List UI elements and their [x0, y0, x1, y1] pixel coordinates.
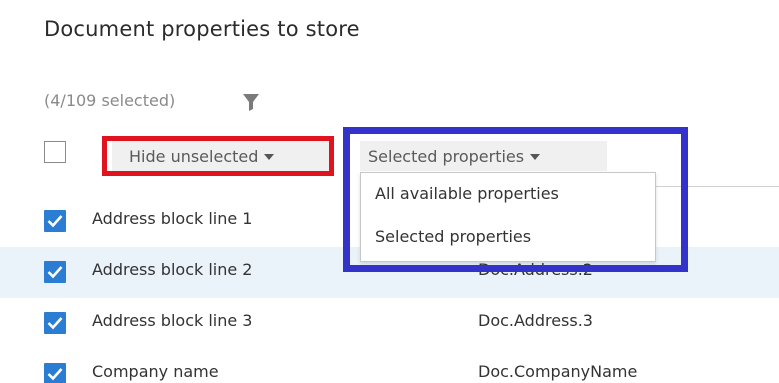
property-name: Company name [92, 362, 219, 381]
selection-count: (4/109 selected) [44, 91, 176, 110]
property-name: Address block line 2 [92, 260, 253, 279]
property-code: Doc.Address.3 [478, 311, 593, 330]
checkmark-icon [47, 266, 63, 279]
property-name: Address block line 3 [92, 311, 253, 330]
document-properties-panel: Document properties to store (4/109 sele… [0, 0, 779, 383]
checkmark-icon [47, 215, 63, 228]
funnel-icon[interactable] [241, 92, 261, 112]
property-name: Address block line 1 [92, 209, 253, 228]
checkmark-icon [47, 368, 63, 381]
select-all-checkbox[interactable] [44, 141, 66, 163]
table-row[interactable]: Company name Doc.CompanyName [0, 349, 779, 383]
section-title: Document properties to store [44, 17, 360, 41]
row-checkbox[interactable] [44, 312, 66, 334]
row-checkbox[interactable] [44, 363, 66, 383]
property-code: Doc.CompanyName [478, 362, 638, 381]
table-row[interactable]: Address block line 3 Doc.Address.3 [0, 298, 779, 349]
row-checkbox[interactable] [44, 210, 66, 232]
annotation-highlight-blue [343, 127, 688, 272]
row-checkbox[interactable] [44, 261, 66, 283]
annotation-highlight-red [102, 136, 334, 176]
checkmark-icon [47, 317, 63, 330]
